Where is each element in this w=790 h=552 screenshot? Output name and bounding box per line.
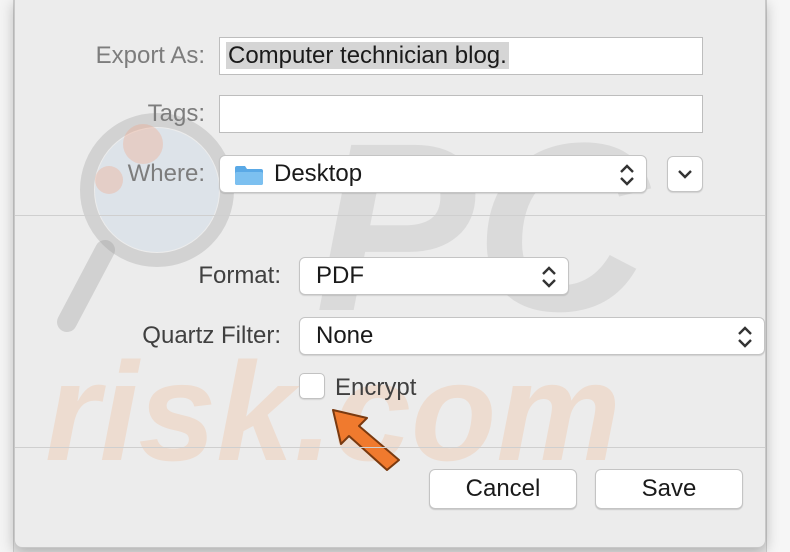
pointer-arrow-icon (332, 409, 400, 471)
where-label: Where: (127, 160, 205, 187)
up-down-chevron-icon (738, 326, 752, 348)
format-value: PDF (316, 262, 364, 289)
up-down-chevron-icon (542, 266, 556, 288)
expand-button[interactable] (667, 156, 703, 192)
where-popup[interactable]: Desktop (219, 155, 647, 193)
export-as-field[interactable]: Computer technician blog. (219, 37, 703, 75)
section-divider-top (15, 215, 765, 216)
tags-label: Tags: (147, 100, 205, 127)
export-as-label: Export As: (95, 42, 205, 69)
format-label: Format: (198, 262, 281, 289)
background-window-left (0, 0, 14, 552)
folder-icon (235, 166, 263, 185)
export-as-value: Computer technician blog. (226, 42, 509, 69)
where-value: Desktop (274, 160, 363, 187)
tags-field[interactable] (219, 95, 703, 133)
up-down-chevron-icon (620, 164, 634, 186)
quartz-filter-label: Quartz Filter: (142, 322, 281, 349)
encrypt-label: Encrypt (335, 374, 417, 401)
save-button[interactable]: Save (595, 469, 743, 509)
format-popup[interactable]: PDF (299, 257, 569, 295)
cancel-button[interactable]: Cancel (429, 469, 577, 509)
background-window-right (766, 0, 790, 552)
quartz-filter-value: None (316, 322, 374, 349)
encrypt-checkbox[interactable] (299, 373, 325, 399)
section-divider-bottom (15, 447, 765, 448)
export-sheet: PC risk.com Export As: Computer technici… (14, 0, 766, 548)
chevron-down-icon (678, 170, 692, 179)
quartz-filter-popup[interactable]: None (299, 317, 765, 355)
